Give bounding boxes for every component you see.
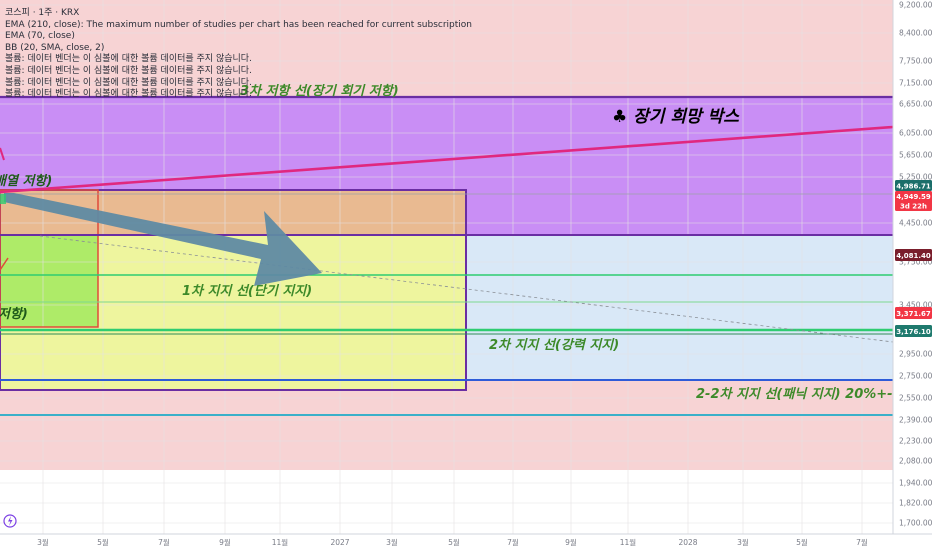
svg-text:3,371.67: 3,371.67 — [896, 310, 931, 318]
price-tick-label: 7,750.00 — [899, 57, 932, 66]
price-tick-label: 2,230.00 — [899, 437, 932, 446]
svg-text:3,176.10: 3,176.10 — [896, 328, 931, 336]
price-tick-label: 2,390.00 — [899, 416, 932, 425]
countdown-label: 3d 22h — [900, 203, 927, 211]
time-axis[interactable] — [0, 534, 932, 550]
price-tick-label: 9,200.00 — [899, 1, 932, 10]
price-tick-label: 8,400.00 — [899, 29, 932, 38]
price-tick-label: 2,950.00 — [899, 350, 932, 359]
svg-text:4,986.71: 4,986.71 — [896, 183, 931, 191]
time-tick-label: 7월 — [856, 537, 868, 547]
price-tick-label: 6,650.00 — [899, 100, 932, 109]
left-green-marker — [0, 194, 6, 204]
price-tick-label: 7,150.00 — [899, 79, 932, 88]
time-tick-label: 3월 — [386, 537, 398, 547]
level3-badge: 3,176.10 — [895, 325, 932, 337]
price-tick-label: 1,820.00 — [899, 499, 932, 508]
time-tick-label: 5월 — [448, 537, 460, 547]
legend: 코스피 · 1주 · KRX EMA (210, close): The max… — [5, 8, 472, 101]
symbol-label[interactable]: 코스피 · 1주 · KRX — [5, 8, 472, 20]
last-price-badge: 4,986.71 — [895, 180, 932, 191]
left-resist-top-label: 배열 저항) — [0, 173, 52, 189]
price-tick-label: 5,650.00 — [899, 151, 932, 160]
support22-label: 2-2차 지지 선(패닉 지지) 20%+- — [696, 386, 893, 402]
time-tick-label: 5월 — [97, 537, 109, 547]
time-tick-label: 11월 — [272, 537, 289, 547]
ema70-label[interactable]: EMA (70, close) — [5, 31, 472, 43]
volume-note: 볼륨: 데이터 벤더는 이 심볼에 대한 볼륨 데이터를 주지 않습니다. — [5, 65, 252, 76]
support2-label: 2차 지지 선(강력 지지) — [489, 337, 619, 353]
svg-text:4,949.59: 4,949.59 — [896, 193, 931, 201]
price-tick-label: 2,750.00 — [899, 372, 932, 381]
time-tick-label: 2028 — [678, 538, 697, 547]
price-tick-label: 1,940.00 — [899, 479, 932, 488]
bb-label[interactable]: BB (20, SMA, close, 2) — [5, 43, 472, 55]
price-tick-label: 2,080.00 — [899, 457, 932, 466]
price-tick-label: 1,700.00 — [899, 519, 932, 528]
support1-label: 1차 지지 선(단기 지지) — [182, 283, 312, 299]
time-tick-label: 7월 — [158, 537, 170, 547]
volume-note: 볼륨: 데이터 벤더는 이 심볼에 대한 볼륨 데이터를 주지 않습니다. — [5, 54, 252, 65]
hope-box-label: ♣ 장기 희망 박스 — [612, 107, 740, 127]
price-tick-label: 6,050.00 — [899, 129, 932, 138]
time-tick-label: 3월 — [737, 537, 749, 547]
lower-white-zone — [0, 470, 893, 534]
ema210-label[interactable]: EMA (210, close): The maximum number of … — [5, 20, 472, 32]
time-tick-label: 9월 — [565, 537, 577, 547]
time-axis-ticks: 3월 5월 7월 9월 11월 2027 3월 5월 7월 9월 11월 2028 3월 5월 7월 — [37, 537, 868, 547]
time-tick-label: 9월 — [219, 537, 231, 547]
ema-price-badge: 4,949.59 3d 22h — [895, 191, 932, 211]
price-tick-label: 4,450.00 — [899, 219, 932, 228]
blue-zone — [466, 235, 893, 380]
time-tick-label: 3월 — [37, 537, 49, 547]
level1-badge: 4,081.40 — [895, 249, 932, 261]
volume-note: 볼륨: 데이터 벤더는 이 심볼에 대한 볼륨 데이터를 주지 않습니다. — [5, 89, 252, 100]
time-tick-label: 5월 — [796, 537, 808, 547]
level2-badge: 3,371.67 — [895, 307, 932, 319]
volume-note: 볼륨: 데이터 벤더는 이 심볼에 대한 볼륨 데이터를 주지 않습니다. — [5, 77, 252, 88]
price-tick-label: 2,550.00 — [899, 394, 932, 403]
time-tick-label: 11월 — [620, 537, 637, 547]
time-tick-label: 7월 — [507, 537, 519, 547]
time-tick-label: 2027 — [330, 538, 349, 547]
left-resist-low-label: 저항) — [0, 306, 28, 322]
svg-text:4,081.40: 4,081.40 — [896, 252, 931, 260]
